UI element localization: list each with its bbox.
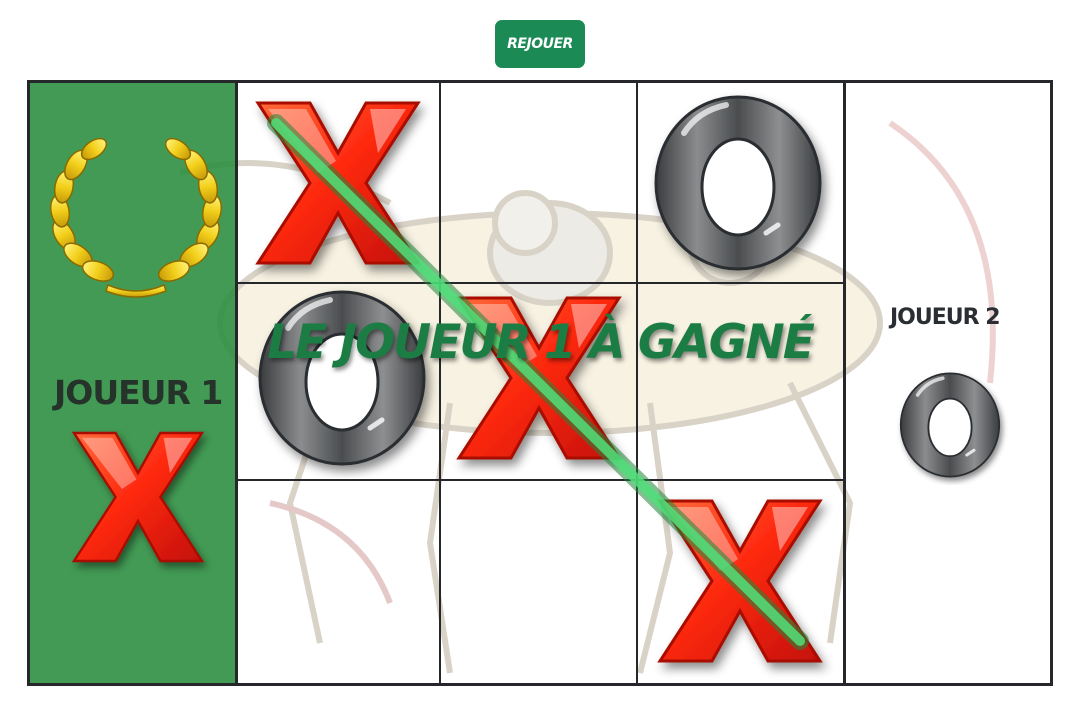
replay-button[interactable]: Rejouer	[495, 20, 585, 68]
board-cell-3[interactable]	[638, 83, 843, 284]
board-cell-4[interactable]	[238, 284, 441, 481]
player1-panel: Joueur 1	[30, 83, 238, 683]
board-cell-1[interactable]	[238, 83, 441, 284]
game-frame: Joueur 1	[27, 80, 1053, 686]
game-board	[238, 83, 843, 683]
board-cell-9[interactable]	[638, 481, 843, 683]
player1-label: Joueur 1	[54, 373, 223, 412]
player2-o-icon	[890, 365, 1010, 485]
board-cell-2[interactable]	[441, 83, 638, 284]
win-message: Le joueur 1 à gagné	[267, 315, 815, 370]
x-mark-icon	[439, 278, 639, 478]
board-cell-6[interactable]	[638, 284, 843, 481]
board-cell-5[interactable]	[441, 284, 638, 481]
player1-x-icon	[58, 417, 218, 577]
player2-label: Joueur 2	[890, 305, 1001, 330]
x-mark-icon	[640, 481, 840, 681]
o-mark-icon	[638, 83, 838, 283]
board-cell-7[interactable]	[238, 481, 441, 683]
game-stage: Rejouer	[0, 0, 1091, 709]
x-mark-icon	[238, 83, 438, 283]
laurel-wreath-icon	[49, 137, 223, 298]
player2-panel: Joueur 2	[843, 83, 1050, 683]
board-cell-8[interactable]	[441, 481, 638, 683]
o-mark-icon	[242, 278, 442, 478]
